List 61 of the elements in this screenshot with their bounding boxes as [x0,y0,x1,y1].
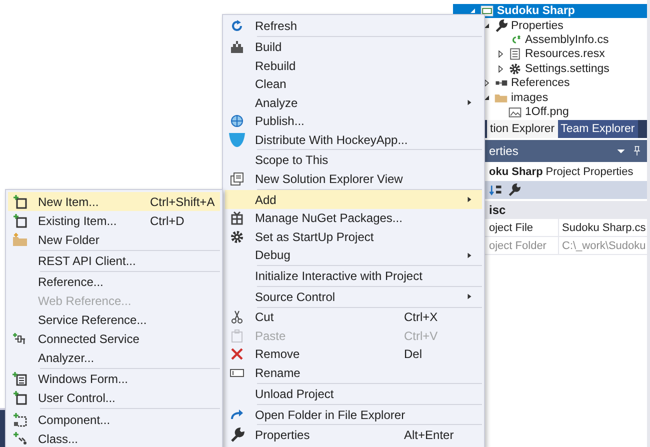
globe-icon [229,113,245,130]
tab[interactable]: tion Explorer [487,120,558,138]
menu-item[interactable]: Distribute With HockeyApp... [225,130,482,149]
gear-icon [508,62,522,76]
menu-item[interactable]: Unload Project [225,384,482,403]
submenu-arrow-icon [466,99,473,106]
property-value: Sudoku Sharp.cs [561,220,647,236]
menu-item[interactable]: Analyzer... [8,348,220,368]
add-item-icon [12,212,28,228]
sort-icon[interactable] [489,183,503,197]
menu-item[interactable]: Properties Alt+Enter [225,426,482,445]
menu-item[interactable]: Open Folder in File Explorer [225,405,482,424]
wrench-icon[interactable] [507,183,521,197]
menu-item[interactable]: User Control... [8,388,220,408]
submenu-arrow-icon [466,293,473,300]
menu-item[interactable]: New Item... Ctrl+Shift+A [8,192,220,211]
menu-item[interactable]: Service Reference... [8,310,220,330]
clipboard-icon [229,328,245,344]
menu-item[interactable]: Connected Service [8,330,220,349]
menu-item[interactable]: Initialize Interactive with Project [225,266,482,286]
new-folder-icon [12,232,28,248]
package-icon [229,210,245,226]
form-icon [12,371,28,388]
object-name: oku Sharp [489,166,543,178]
menu-item[interactable]: Reference... [8,272,220,292]
menu-item[interactable]: Cut Ctrl+X [225,308,482,327]
wrench-icon [229,427,245,444]
scissors-icon [229,309,245,326]
wrench-icon [494,18,508,33]
pin-icon[interactable] [631,145,643,157]
windows-icon [229,170,245,187]
submenu-arrow-icon [466,196,473,204]
menu-item[interactable]: New Folder [8,230,220,249]
menu-item[interactable]: Windows Form... [8,370,220,389]
panel-title: erties [489,144,520,158]
component-icon [12,412,28,428]
menu-item[interactable]: New Solution Explorer View [225,170,482,188]
tree-item[interactable]: Sudoku Sharp [453,4,647,18]
close-icon [229,346,245,362]
menu-item[interactable]: Scope to This [225,151,482,170]
tab[interactable]: Team Explorer [558,120,638,138]
add-item-icon [12,194,28,210]
class-icon [12,430,28,447]
category-header: isc [489,203,506,217]
menu-item[interactable]: Rename [225,364,482,382]
add-item-icon [12,390,28,406]
menu-item[interactable]: Class... [8,429,220,447]
property-value: C:\_work\Sudoku [561,238,647,254]
menu-item[interactable]: Source Control [225,287,482,306]
build-icon [229,39,245,56]
dish-icon [229,132,245,148]
submenu-arrow-icon [466,252,473,259]
project-icon [480,4,494,18]
menu-item[interactable]: Component... [8,410,220,430]
menu-item[interactable]: REST API Client... [8,251,220,270]
menu-item[interactable]: Add [225,190,482,209]
object-type: Project Properties [546,166,634,178]
gear-icon [229,228,245,245]
menu-item[interactable]: Remove Del [225,345,482,364]
menu-item[interactable]: Existing Item... Ctrl+D [8,211,220,230]
document-icon [508,47,522,62]
